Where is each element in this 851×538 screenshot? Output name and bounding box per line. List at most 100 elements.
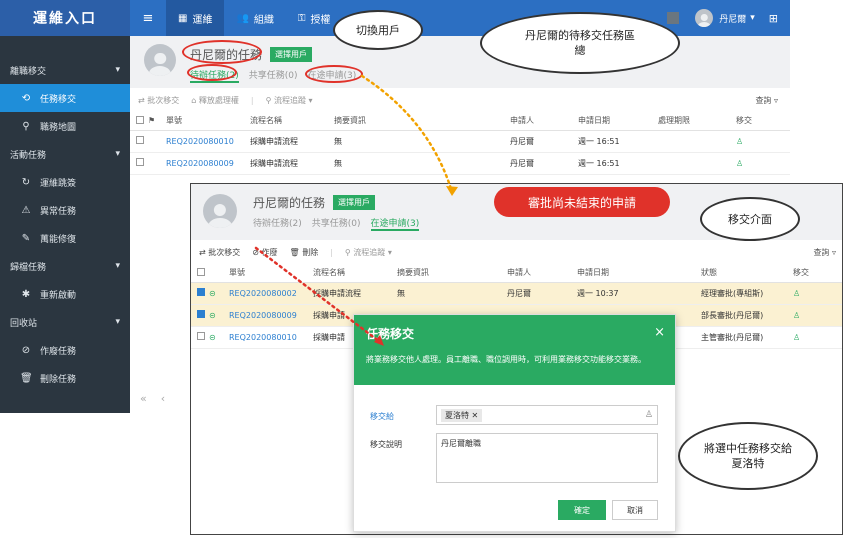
handover-user-icon[interactable]: ♙ [793, 304, 842, 327]
search-button[interactable]: 查詢 ▿ [755, 95, 778, 106]
ban-icon: ⊘ [21, 344, 31, 356]
sidebar-group-recycle[interactable]: 回收站 ▾ [0, 308, 130, 336]
table-row[interactable]: REQ2020080010 採購申請流程 無 丹尼爾 週一 16:51 ♙ [130, 130, 790, 153]
chevron-down-icon: ▾ [115, 65, 120, 75]
notification-icon[interactable] [667, 12, 680, 24]
handover-to-field[interactable]: 夏洛特 ✕ ♙ [436, 405, 658, 425]
user-picker-icon[interactable]: ♙ [645, 410, 653, 420]
handover-note-label: 移交說明 [370, 440, 402, 449]
clock-icon: ⊝ [209, 304, 229, 327]
request-link[interactable]: REQ2020080002 [229, 282, 313, 305]
tab-ops[interactable]: ▦ 運維 [166, 0, 225, 36]
user-avatar [144, 44, 176, 76]
col-summary: 摘要資訊 [397, 264, 507, 283]
select-all-checkbox[interactable] [136, 115, 144, 124]
chevron-down-icon: ▾ [115, 261, 120, 271]
caret-down-icon[interactable]: ▾ [750, 13, 755, 23]
search-button[interactable]: 查詢 ▿ [813, 247, 836, 258]
jump-icon: ↻ [21, 176, 31, 188]
row-checkbox[interactable] [197, 288, 205, 296]
col-flow: 流程名稱 [250, 112, 334, 131]
tab-shared[interactable]: 共享任務(0) [249, 68, 298, 83]
handover-user-icon[interactable]: ♙ [793, 326, 842, 349]
sitemap-icon: ⚲ [22, 120, 30, 132]
brand-title: 運維入口 [0, 0, 130, 36]
select-user-button[interactable]: 選擇用戶 [333, 195, 376, 210]
apps-grid-icon[interactable]: ⊞ [769, 12, 778, 25]
restart-icon: ✱ [21, 288, 31, 300]
pager-prev[interactable]: ‹ [161, 392, 165, 405]
batch-handover-button[interactable]: ⇄ 批次移交 [138, 95, 179, 106]
handover-user-icon[interactable]: ♙ [736, 152, 790, 175]
request-link[interactable]: REQ2020080009 [166, 152, 250, 175]
warning-icon: ⚠ [21, 204, 31, 216]
handover-user-icon[interactable]: ♙ [793, 282, 842, 305]
pager-first[interactable]: « [140, 392, 147, 405]
release-button[interactable]: ⌂ 釋放處理權 [191, 95, 239, 106]
user-name[interactable]: 丹尼爾 [719, 12, 746, 25]
tab-shared[interactable]: 共享任務(0) [312, 216, 361, 231]
sidebar-item-task-handover[interactable]: ⟲ 任務移交 [0, 84, 130, 112]
delete-button[interactable]: 🗑 刪除 [290, 247, 319, 258]
sidebar-group-archive[interactable]: 歸檔任務 ▾ [0, 252, 130, 280]
flow-track-button[interactable]: ⚲ 流程追蹤 ▾ [266, 95, 313, 106]
handover-user-icon[interactable]: ♙ [736, 130, 790, 153]
handover-dialog: 任務移交 將業務移交他人處理。員工離職、職位調用時，可利用業務移交功能移交業務。… [353, 314, 676, 532]
sidebar-item-delete[interactable]: 🗑 刪除任務 [0, 364, 130, 392]
table-row[interactable]: REQ2020080009 採購申請流程 無 丹尼爾 週一 16:51 ♙ [130, 152, 790, 175]
wrench-icon: ✎ [21, 232, 31, 244]
cancel-button[interactable]: 取消 [612, 500, 658, 520]
col-flow: 流程名稱 [313, 264, 397, 283]
key-icon: ⚿ [297, 12, 306, 24]
col-handover: 移交 [793, 264, 842, 283]
handover-note-textarea[interactable]: 丹尼爾離職 [436, 433, 658, 483]
select-all-checkbox[interactable] [197, 267, 205, 276]
col-status: 狀態 [701, 264, 793, 283]
row-checkbox[interactable] [197, 332, 205, 340]
avatar[interactable] [695, 9, 714, 27]
select-user-button[interactable]: 選擇用戶 [270, 47, 313, 62]
handover-to-label: 移交給 [370, 412, 394, 421]
highlight-ring-title [182, 40, 262, 64]
request-link[interactable]: REQ2020080010 [229, 326, 313, 349]
flow-track-button[interactable]: ⚲ 流程追蹤 ▾ [345, 247, 392, 258]
confirm-button[interactable]: 確定 [558, 500, 606, 520]
sidebar-item-job-map[interactable]: ⚲ 職務地圖 [0, 112, 130, 140]
sidebar-group-handover[interactable]: 離職移交 ▾ [0, 56, 130, 84]
col-no: 單號 [166, 112, 250, 131]
sidebar-item-restart[interactable]: ✱ 重新啟動 [0, 280, 130, 308]
table-row[interactable]: ⊝ REQ2020080002 採購申請流程 無 丹尼爾 週一 10:37 經理… [191, 282, 842, 305]
chevron-down-icon: ▾ [115, 317, 120, 327]
batch-handover-button[interactable]: ⇄ 批次移交 [199, 247, 240, 258]
page-title: 丹尼爾的任務 [253, 196, 326, 210]
menu-icon[interactable]: ≡ [130, 0, 166, 36]
sidebar: 運維入口 離職移交 ▾ ⟲ 任務移交 ⚲ 職務地圖 活動任務 ▾ ↻ 運維跳簽 ⚠ 異常任務… [0, 0, 130, 413]
flag-icon: ⚑ [148, 112, 166, 131]
clock-icon: ⊝ [209, 326, 229, 349]
tab-org[interactable]: 👥 組織 [224, 0, 285, 36]
col-handover: 移交 [736, 112, 790, 131]
void-button[interactable]: ⊘ 作廢 [252, 247, 277, 258]
callout-handover-ui: 移交介面 [700, 197, 800, 241]
col-summary: 摘要資訊 [334, 112, 510, 131]
row-checkbox[interactable] [197, 310, 205, 318]
callout-unfinished: 審批尚未結束的申請 [494, 187, 670, 217]
request-link[interactable]: REQ2020080010 [166, 130, 250, 153]
row-checkbox[interactable] [136, 136, 144, 144]
sidebar-item-repair[interactable]: ✎ 萬能修復 [0, 224, 130, 252]
request-link[interactable]: REQ2020080009 [229, 304, 313, 327]
exchange-icon: ⟲ [21, 92, 31, 104]
sidebar-group-active[interactable]: 活動任務 ▾ [0, 140, 130, 168]
close-icon[interactable]: × [654, 325, 665, 340]
selected-user-tag[interactable]: 夏洛特 ✕ [441, 408, 483, 422]
sidebar-item-ops-jump[interactable]: ↻ 運維跳簽 [0, 168, 130, 196]
user-avatar [203, 194, 237, 228]
sidebar-item-abnormal[interactable]: ⚠ 異常任務 [0, 196, 130, 224]
tab-todo[interactable]: 待辦任務(2) [253, 216, 302, 231]
row-checkbox[interactable] [136, 158, 144, 166]
tab-in-progress[interactable]: 在途申請(3) [370, 216, 420, 231]
trash-icon: 🗑 [20, 372, 33, 384]
dialog-description: 將業務移交他人處理。員工離職、職位調用時，可利用業務移交功能移交業務。 [366, 355, 646, 364]
sidebar-item-void[interactable]: ⊘ 作廢任務 [0, 336, 130, 364]
callout-assign: 將選中任務移交給夏洛特 [678, 422, 818, 490]
